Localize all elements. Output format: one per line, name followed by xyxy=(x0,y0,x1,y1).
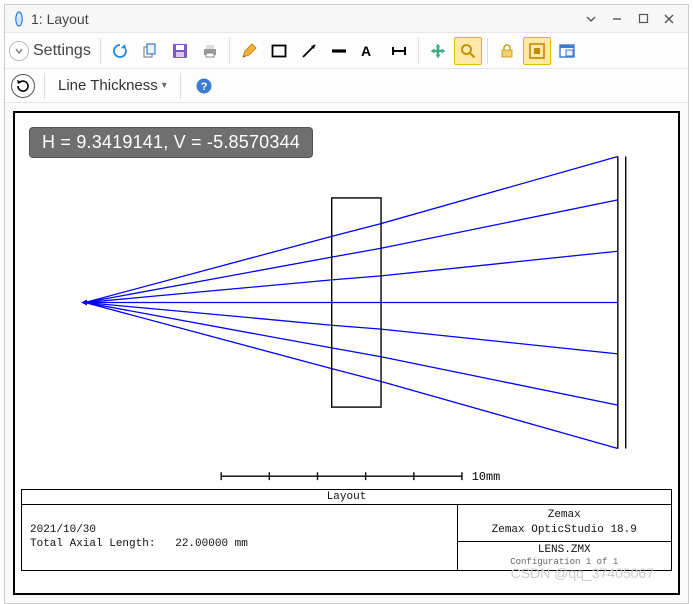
footer-info-table: Layout 2021/10/30 Total Axial Length: 22… xyxy=(21,489,672,571)
chevron-down-icon: ▾ xyxy=(162,80,167,91)
reset-view-button[interactable] xyxy=(11,74,35,98)
layout-canvas[interactable]: H = 9.3419141, V = -5.8570344 10mm Layou… xyxy=(13,111,680,595)
footer-title: Layout xyxy=(22,490,672,505)
footer-product: Zemax OpticStudio 18.9 xyxy=(492,524,637,536)
footer-filename: LENS.ZMX xyxy=(538,544,591,556)
separator xyxy=(100,38,101,64)
text-tool-button[interactable]: A xyxy=(355,37,383,65)
save-button[interactable] xyxy=(166,37,194,65)
separator xyxy=(418,38,419,64)
lock-button[interactable] xyxy=(493,37,521,65)
refresh-button[interactable] xyxy=(106,37,134,65)
separator xyxy=(44,73,45,99)
ray-diagram: 10mm xyxy=(21,119,672,489)
footer-right-bottom: LENS.ZMX Configuration 1 of 1 xyxy=(457,541,672,570)
line-tool-button[interactable] xyxy=(295,37,323,65)
svg-text:A: A xyxy=(361,43,371,59)
zoom-button[interactable] xyxy=(454,37,482,65)
maximize-button[interactable] xyxy=(630,8,656,30)
pencil-tool-button[interactable] xyxy=(235,37,263,65)
svg-text:?: ? xyxy=(201,81,208,93)
svg-text:10mm: 10mm xyxy=(472,470,500,484)
thick-line-tool-button[interactable] xyxy=(325,37,353,65)
dropdown-button[interactable] xyxy=(578,8,604,30)
app-icon xyxy=(11,11,27,27)
line-thickness-dropdown[interactable]: Line Thickness ▾ xyxy=(54,75,171,96)
footer-axial-value: 22.00000 mm xyxy=(175,538,248,550)
footer-config: Configuration 1 of 1 xyxy=(510,557,618,567)
line-thickness-label: Line Thickness xyxy=(58,77,158,94)
print-button[interactable] xyxy=(196,37,224,65)
minimize-button[interactable] xyxy=(604,8,630,30)
window-title: 1: Layout xyxy=(31,11,89,27)
footer-vendor: Zemax xyxy=(548,509,581,521)
footer-right-top: Zemax Zemax OpticStudio 18.9 xyxy=(457,505,672,542)
separator xyxy=(229,38,230,64)
toolbar-secondary: Line Thickness ▾ ? xyxy=(5,69,688,103)
dimension-tool-button[interactable] xyxy=(385,37,413,65)
fit-view-button[interactable] xyxy=(523,37,551,65)
toolbar-main: Settings A xyxy=(5,33,688,69)
app-window: 1: Layout Settings xyxy=(4,4,689,604)
separator xyxy=(180,73,181,99)
pan-button[interactable] xyxy=(424,37,452,65)
rectangle-tool-button[interactable] xyxy=(265,37,293,65)
footer-left-cell: 2021/10/30 Total Axial Length: 22.00000 … xyxy=(22,505,458,571)
expand-settings-button[interactable] xyxy=(9,41,29,61)
settings-button[interactable]: Settings xyxy=(33,42,91,60)
close-button[interactable] xyxy=(656,8,682,30)
footer-date: 2021/10/30 xyxy=(30,524,96,536)
copy-button[interactable] xyxy=(136,37,164,65)
titlebar: 1: Layout xyxy=(5,5,688,33)
help-button[interactable]: ? xyxy=(190,72,218,100)
footer-axial-label: Total Axial Length: xyxy=(30,538,155,550)
coordinate-readout: H = 9.3419141, V = -5.8570344 xyxy=(29,127,313,158)
separator xyxy=(487,38,488,64)
window-options-button[interactable] xyxy=(553,37,581,65)
